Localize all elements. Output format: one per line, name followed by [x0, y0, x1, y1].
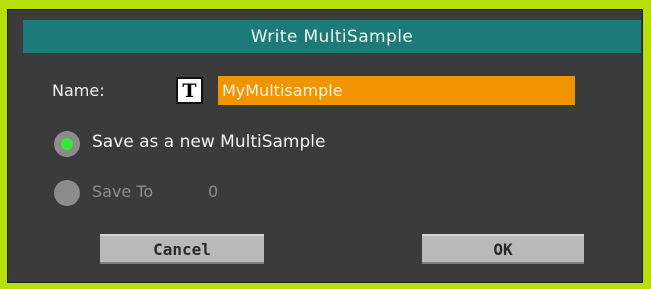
save-as-new-label[interactable]: Save as a new MultiSample	[92, 132, 325, 152]
dialog-title: Write MultiSample	[23, 20, 641, 53]
name-label: Name:	[52, 81, 105, 100]
text-edit-icon[interactable]: T	[176, 77, 203, 104]
save-to-radio[interactable]	[54, 180, 80, 206]
screen-frame: Write MultiSample Name: T MyMultisample …	[0, 0, 651, 289]
write-multisample-dialog: Write MultiSample Name: T MyMultisample …	[7, 9, 643, 283]
save-to-label[interactable]: Save To	[92, 182, 153, 201]
ok-button[interactable]: OK	[422, 234, 584, 264]
save-to-value: 0	[208, 182, 219, 201]
save-as-new-radio[interactable]	[54, 131, 80, 157]
name-field[interactable]: MyMultisample	[218, 76, 575, 105]
cancel-button[interactable]: Cancel	[100, 234, 264, 264]
